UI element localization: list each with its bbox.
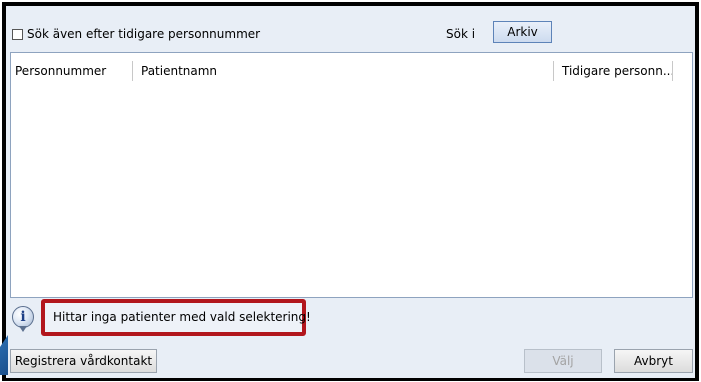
column-header-tidigare-personnummer[interactable]: Tidigare personn... [553,61,673,81]
search-previous-pnr-option[interactable]: Sök även efter tidigare personnummer [12,26,260,42]
info-icon-tail [19,326,27,332]
patient-search-dialog: Sök även efter tidigare personnummer Sök… [2,2,699,381]
archive-button[interactable]: Arkiv [493,21,552,43]
column-header-personnummer[interactable]: Personnummer [11,61,133,81]
register-care-contact-button[interactable]: Registrera vårdkontakt [10,349,157,373]
column-header-patientnamn[interactable]: Patientnamn [133,61,553,81]
table-header-row: Personnummer Patientnamn Tidigare person… [11,61,692,81]
search-previous-pnr-label: Sök även efter tidigare personnummer [27,27,261,41]
select-button[interactable]: Välj [524,349,602,373]
cancel-button[interactable]: Avbryt [614,349,693,373]
info-icon: i [12,306,34,328]
patient-results-table[interactable]: Personnummer Patientnamn Tidigare person… [10,52,693,298]
status-message-text: Hittar inga patienter med vald selekteri… [53,310,311,324]
status-message-box: Hittar inga patienter med vald selekteri… [41,299,311,336]
search-in-label: Sök i [446,27,476,41]
search-previous-pnr-checkbox[interactable] [12,28,23,40]
